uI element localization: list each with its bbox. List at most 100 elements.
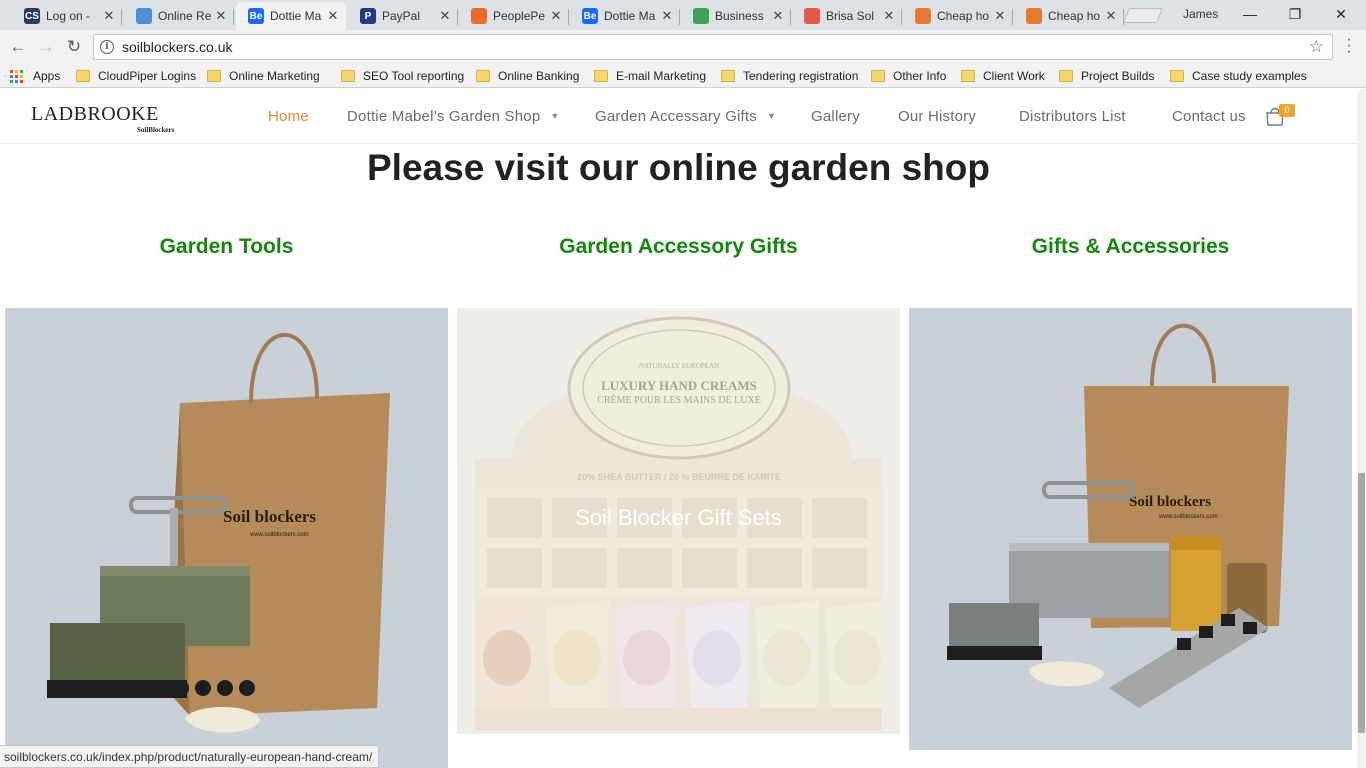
- bookmark-apps[interactable]: Apps: [10, 67, 60, 85]
- browser-tab[interactable]: Cheap ho ✕: [903, 2, 1013, 30]
- bookmark-label: Case study examples: [1192, 69, 1307, 83]
- browser-tab[interactable]: PeoplePe ✕: [459, 2, 569, 30]
- bookmark-folder[interactable]: Client Work: [961, 67, 1045, 85]
- bookmark-folder[interactable]: Case study examples: [1170, 67, 1307, 85]
- bookmark-folder[interactable]: Tendering registration: [721, 67, 858, 85]
- bookmark-folder[interactable]: CloudPiper Logins: [76, 67, 196, 85]
- apps-grid-icon: [10, 69, 23, 83]
- site-info-icon[interactable]: i: [100, 40, 114, 54]
- nav-menu-label: Home: [268, 108, 309, 125]
- nav-menu-label: Our History: [898, 108, 977, 125]
- tab-close-icon[interactable]: ✕: [882, 8, 896, 24]
- tab-title: PayPal: [382, 9, 421, 23]
- tab-close-icon[interactable]: ✕: [660, 8, 674, 24]
- dropdown-caret-icon[interactable]: ▼: [767, 111, 776, 121]
- nav-menu-item[interactable]: Dottie Mabel’s Garden Shop ▼: [347, 108, 559, 125]
- tab-title: PeoplePe: [493, 9, 546, 23]
- address-url[interactable]: soilblockers.co.uk: [122, 39, 1309, 55]
- category-heading-gifts-accessories[interactable]: Gifts & Accessories: [909, 235, 1352, 259]
- paypal-icon: P: [360, 8, 376, 24]
- folder-icon: [1059, 70, 1073, 82]
- back-arrow-icon[interactable]: ←: [7, 36, 29, 58]
- bag-site-text-2: www.soilblockers.com: [1158, 514, 1218, 520]
- browser-tab[interactable]: Business ✕: [681, 2, 791, 30]
- tab-close-icon[interactable]: ✕: [1104, 8, 1118, 24]
- folder-icon: [476, 70, 490, 82]
- bookmark-folder[interactable]: Online Banking: [476, 67, 579, 85]
- new-tab-button[interactable]: [1123, 8, 1163, 23]
- blue-droplet-icon: [136, 8, 152, 24]
- status-bar-url: soilblockers.co.uk/index.php/product/nat…: [0, 745, 380, 768]
- nav-menu-item[interactable]: Garden Accessary Gifts ▼: [595, 108, 776, 125]
- tab-close-icon[interactable]: ✕: [214, 8, 228, 24]
- tab-title: Cheap ho: [1048, 9, 1101, 23]
- folder-icon: [871, 70, 885, 82]
- tab-title: Business: [715, 9, 764, 23]
- restore-icon[interactable]: ❐: [1272, 0, 1318, 28]
- category-heading-accessory-gifts[interactable]: Garden Accessory Gifts: [457, 235, 900, 259]
- browser-tab[interactable]: Be Dottie Ma ✕: [570, 2, 680, 30]
- bookmark-label: Online Banking: [498, 69, 580, 83]
- bookmark-folder[interactable]: Project Builds: [1059, 67, 1154, 85]
- browser-tab[interactable]: Online Re ✕: [124, 2, 234, 30]
- page-scrollbar[interactable]: [1357, 89, 1366, 768]
- browser-tab[interactable]: Brisa Sol ✕: [792, 2, 902, 30]
- tab-title: Dottie Ma: [604, 9, 656, 23]
- tripadvisor-icon: [915, 8, 931, 24]
- site-logo[interactable]: LADBROOKE SoilBlockers: [31, 103, 181, 137]
- product-card-gifts-accessories[interactable]: Soil blockers www.soilblockers.com: [909, 308, 1352, 750]
- nav-menu-item[interactable]: Home: [268, 108, 309, 125]
- page-headline: Please visit our online garden shop: [367, 147, 990, 188]
- tab-title: Dottie Ma: [270, 9, 322, 23]
- tab-close-icon[interactable]: ✕: [438, 8, 452, 24]
- tab-close-icon[interactable]: ✕: [993, 8, 1007, 24]
- tab-close-icon[interactable]: ✕: [326, 8, 340, 24]
- minimize-icon[interactable]: —: [1227, 0, 1273, 28]
- dropdown-caret-icon[interactable]: ▼: [550, 111, 559, 121]
- browser-toolbar: ← → ↻ i soilblockers.co.uk ☆ · · ·: [0, 30, 1366, 64]
- menu-kebab-icon[interactable]: · · ·: [1342, 32, 1356, 60]
- folder-icon: [207, 70, 221, 82]
- nav-menu-label: Garden Accessary Gifts: [595, 108, 757, 125]
- bookmark-label: Online Marketing: [229, 69, 320, 83]
- folder-icon: [1170, 70, 1184, 82]
- logo-sub-text: SoilBlockers: [137, 126, 175, 134]
- profile-name[interactable]: James: [1183, 7, 1218, 21]
- close-window-icon[interactable]: ✕: [1318, 0, 1364, 28]
- category-heading-garden-tools[interactable]: Garden Tools: [5, 235, 448, 259]
- bag-site-text: www.soilblockers.com: [249, 532, 309, 538]
- browser-tab[interactable]: Cheap ho ✕: [1014, 2, 1124, 30]
- tab-close-icon[interactable]: ✕: [102, 8, 116, 24]
- product-card-gift-sets[interactable]: NATURALLY EUROPEAN LUXURY HAND CREAMS CR…: [457, 308, 900, 734]
- nav-menu-item[interactable]: Gallery: [811, 108, 860, 125]
- nav-menu-label: Gallery: [811, 108, 860, 125]
- gift-sets-overlay-label[interactable]: Soil Blocker Gift Sets: [457, 505, 900, 531]
- nav-menu-item[interactable]: Our History: [898, 108, 976, 125]
- bookmark-label: CloudPiper Logins: [98, 69, 197, 83]
- bookmark-star-icon[interactable]: ☆: [1309, 37, 1324, 57]
- sun-icon: [804, 8, 820, 24]
- nav-menu-item[interactable]: Contact us: [1172, 108, 1246, 125]
- browser-tab[interactable]: P PayPal ✕: [348, 2, 458, 30]
- bag-brand-text: Soil blockers: [223, 507, 316, 526]
- bookmark-label: Project Builds: [1081, 69, 1155, 83]
- tab-close-icon[interactable]: ✕: [771, 8, 785, 24]
- bookmark-label: Tendering registration: [743, 69, 859, 83]
- scrollbar-thumb[interactable]: [1358, 473, 1365, 733]
- bookmarks-bar: Apps CloudPiper Logins Online Marketing SEO…: [0, 64, 1366, 88]
- bookmark-folder[interactable]: Online Marketing: [207, 67, 320, 85]
- bookmark-label: Client Work: [983, 69, 1045, 83]
- bag-brand-text-2: Soil blockers: [1129, 494, 1211, 510]
- bookmark-folder[interactable]: Other Info: [871, 67, 946, 85]
- nav-menu-item[interactable]: Distributors List: [1019, 108, 1126, 125]
- address-bar[interactable]: i soilblockers.co.uk ☆: [93, 34, 1333, 60]
- reload-icon[interactable]: ↻: [63, 36, 85, 58]
- bookmark-folder[interactable]: SEO Tool reporting: [341, 67, 464, 85]
- forward-arrow-icon[interactable]: →: [35, 36, 57, 58]
- browser-tab[interactable]: CS Log on - ✕: [12, 2, 122, 30]
- browser-tab[interactable]: Be Dottie Ma ✕: [236, 2, 346, 30]
- bookmark-label: Apps: [33, 69, 61, 83]
- bookmark-folder[interactable]: E-mail Marketing: [594, 67, 706, 85]
- tab-close-icon[interactable]: ✕: [549, 8, 563, 24]
- product-card-garden-tools[interactable]: Soil blockers www.soilblockers.com: [5, 308, 448, 768]
